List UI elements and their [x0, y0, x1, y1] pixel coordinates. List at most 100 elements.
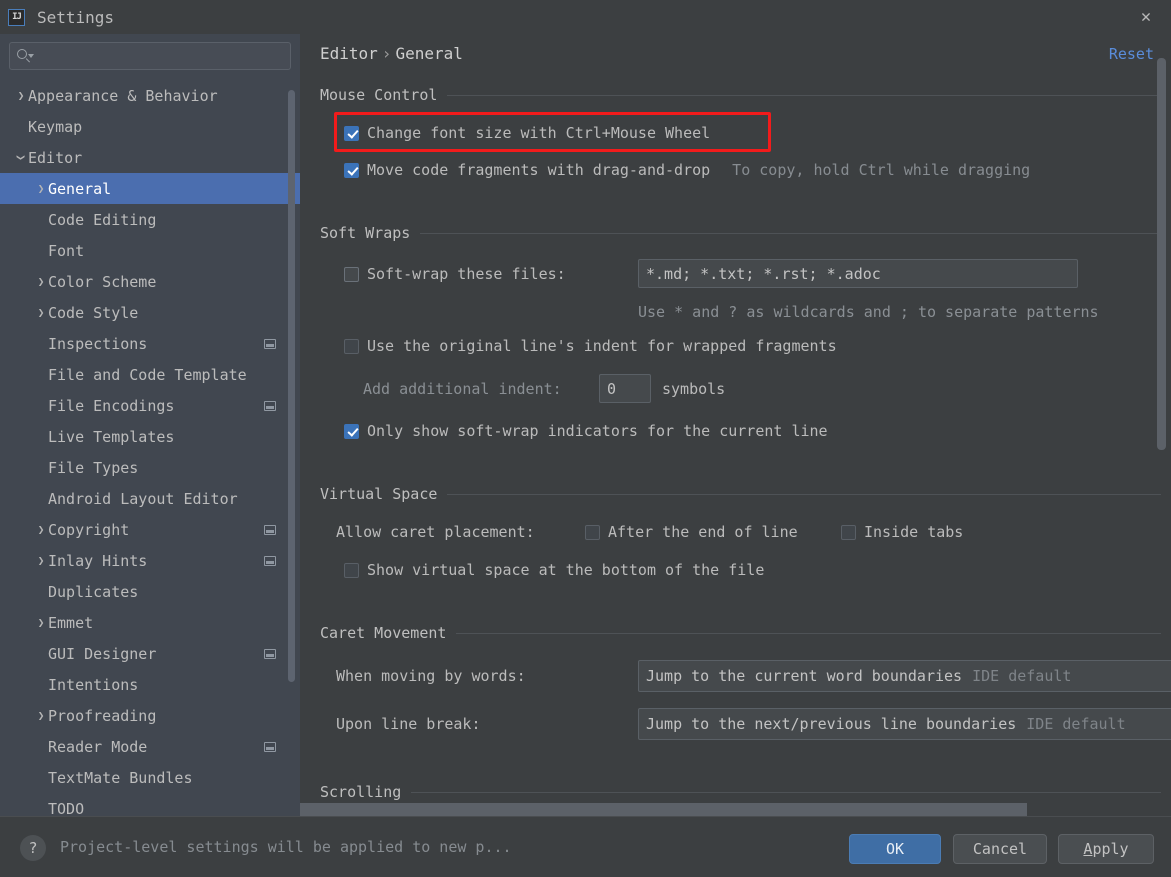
content-vertical-scrollbar[interactable]	[1157, 58, 1166, 450]
checkbox-row-after-end-of-line[interactable]: After the end of line	[585, 523, 798, 541]
sidebar-item-color-scheme[interactable]: ❯ Color Scheme	[0, 266, 300, 297]
checkbox-row-only-show-indicators[interactable]: Only show soft-wrap indicators for the c…	[344, 422, 828, 440]
sidebar-item-gui-designer[interactable]: GUI Designer	[0, 638, 300, 669]
chevron-right-icon[interactable]: ❯	[34, 307, 48, 318]
checkbox-row-move-code-fragments[interactable]: Move code fragments with drag-and-drop T…	[344, 161, 1030, 179]
reset-link[interactable]: Reset	[1109, 45, 1154, 63]
chevron-right-icon[interactable]: ❯	[34, 276, 48, 287]
sidebar-item-label: Color Scheme	[48, 272, 157, 291]
add-indent-input[interactable]: 0	[599, 374, 651, 403]
search-area	[0, 34, 300, 70]
show-virtual-space-label: Show virtual space at the bottom of the …	[367, 561, 765, 579]
sidebar-item-file-types[interactable]: File Types	[0, 452, 300, 483]
close-icon[interactable]: ✕	[1135, 6, 1157, 28]
sidebar-item-todo[interactable]: TODO	[0, 793, 300, 817]
sidebar-item-file-encodings[interactable]: File Encodings	[0, 390, 300, 421]
checkbox-row-original-indent[interactable]: Use the original line's indent for wrapp…	[344, 337, 837, 355]
sidebar-item-code-editing[interactable]: Code Editing	[0, 204, 300, 235]
sidebar-item-live-templates[interactable]: Live Templates	[0, 421, 300, 452]
sidebar-item-label: Android Layout Editor	[48, 489, 238, 508]
chevron-right-icon[interactable]: ❯	[34, 710, 48, 721]
checkbox-row-inside-tabs[interactable]: Inside tabs	[841, 523, 963, 541]
sidebar-item-font[interactable]: Font	[0, 235, 300, 266]
section-header-virtual-space: Virtual Space	[320, 485, 1161, 503]
chevron-right-icon[interactable]: ❯	[34, 555, 48, 566]
sidebar-item-label: Proofreading	[48, 706, 157, 725]
section-virtual-space: Virtual Space	[320, 485, 1161, 503]
breadcrumb-parent[interactable]: Editor	[320, 44, 378, 63]
sidebar-item-label: Inlay Hints	[48, 551, 148, 570]
help-icon[interactable]: ?	[20, 835, 46, 861]
ok-button[interactable]: OK	[849, 834, 941, 864]
settings-sidebar: ❯ Appearance & Behavior Keymap ❯ Editor ❯ Gene…	[0, 34, 300, 816]
apply-button[interactable]: Apply	[1058, 834, 1154, 864]
section-header-caret-movement: Caret Movement	[320, 624, 1161, 642]
sidebar-scrollbar[interactable]	[288, 90, 295, 682]
sidebar-item-intentions[interactable]: Intentions	[0, 669, 300, 700]
sidebar-item-label: Font	[48, 241, 85, 260]
project-scope-icon	[264, 400, 276, 411]
sidebar-item-label: TextMate Bundles	[48, 768, 193, 787]
sidebar-item-copyright[interactable]: ❯ Copyright	[0, 514, 300, 545]
chevron-right-icon[interactable]: ❯	[34, 183, 48, 194]
sidebar-item-label: Reader Mode	[48, 737, 148, 756]
section-rule	[447, 493, 1161, 495]
soft-wrap-files-input[interactable]: *.md; *.txt; *.rst; *.adoc	[638, 259, 1078, 288]
project-scope-icon	[264, 524, 276, 535]
chevron-right-icon[interactable]: ❯	[34, 617, 48, 628]
after-end-of-line-checkbox[interactable]	[585, 524, 600, 540]
sidebar-item-keymap[interactable]: Keymap	[0, 111, 300, 142]
wildcard-hint: Use * and ? as wildcards and ; to separa…	[638, 303, 1099, 321]
inside-tabs-checkbox[interactable]	[841, 524, 856, 540]
content-horizontal-scrollbar[interactable]	[300, 803, 1027, 816]
checkbox-row-soft-wrap-files[interactable]: Soft-wrap these files:	[344, 265, 566, 283]
moving-by-words-dropdown[interactable]: Jump to the current word boundaries IDE …	[638, 660, 1171, 692]
move-code-fragments-checkbox[interactable]	[344, 162, 359, 178]
search-input[interactable]	[32, 48, 284, 64]
sidebar-item-code-style[interactable]: ❯ Code Style	[0, 297, 300, 328]
sidebar-item-inspections[interactable]: Inspections	[0, 328, 300, 359]
section-rule	[420, 232, 1161, 234]
section-title: Soft Wraps	[320, 224, 411, 242]
chevron-down-icon[interactable]: ❯	[15, 151, 28, 165]
sidebar-item-proofreading[interactable]: ❯ Proofreading	[0, 700, 300, 731]
sidebar-item-file-and-code-template[interactable]: File and Code Template	[0, 359, 300, 390]
sidebar-item-label: Editor	[28, 148, 83, 167]
section-rule	[456, 632, 1161, 634]
section-soft-wraps: Soft Wraps	[320, 224, 1161, 242]
sidebar-item-editor[interactable]: ❯ Editor	[0, 142, 300, 173]
original-indent-checkbox[interactable]	[344, 338, 359, 354]
sidebar-item-duplicates[interactable]: Duplicates	[0, 576, 300, 607]
search-box[interactable]	[9, 42, 291, 70]
settings-tree: ❯ Appearance & Behavior Keymap ❯ Editor ❯ Gene…	[0, 80, 300, 816]
sidebar-item-android-layout-editor[interactable]: Android Layout Editor	[0, 483, 300, 514]
soft-wrap-files-checkbox[interactable]	[344, 266, 359, 282]
checkbox-row-change-font-size[interactable]: Change font size with Ctrl+Mouse Wheel	[344, 124, 710, 142]
section-header-scrolling: Scrolling	[320, 783, 1161, 801]
intellij-logo-icon: IJ	[8, 8, 25, 26]
sidebar-item-label: Code Editing	[48, 210, 157, 229]
section-title: Scrolling	[320, 783, 402, 801]
sidebar-item-general[interactable]: ❯ General	[0, 173, 300, 204]
chevron-right-icon[interactable]: ❯	[34, 524, 48, 535]
sidebar-item-inlay-hints[interactable]: ❯ Inlay Hints	[0, 545, 300, 576]
checkbox-row-show-virtual-space[interactable]: Show virtual space at the bottom of the …	[344, 561, 764, 579]
change-font-size-checkbox[interactable]	[344, 125, 359, 141]
line-break-value: Jump to the next/previous line boundarie…	[646, 715, 1017, 733]
project-scope-icon	[264, 741, 276, 752]
section-header-mouse-control: Mouse Control	[320, 86, 1161, 104]
sidebar-item-appearance-behavior[interactable]: ❯ Appearance & Behavior	[0, 80, 300, 111]
only-show-indicators-checkbox[interactable]	[344, 423, 359, 439]
sidebar-item-textmate-bundles[interactable]: TextMate Bundles	[0, 762, 300, 793]
add-indent-suffix: symbols	[662, 380, 725, 398]
show-virtual-space-checkbox[interactable]	[344, 562, 359, 578]
sidebar-item-label: File Encodings	[48, 396, 175, 415]
sidebar-item-emmet[interactable]: ❯ Emmet	[0, 607, 300, 638]
sidebar-item-label: General	[48, 179, 112, 198]
sidebar-item-reader-mode[interactable]: Reader Mode	[0, 731, 300, 762]
sidebar-item-label: Emmet	[48, 613, 94, 632]
cancel-button[interactable]: Cancel	[953, 834, 1047, 864]
section-caret-movement: Caret Movement	[320, 624, 1161, 642]
chevron-right-icon[interactable]: ❯	[14, 90, 28, 101]
line-break-dropdown[interactable]: Jump to the next/previous line boundarie…	[638, 708, 1171, 740]
